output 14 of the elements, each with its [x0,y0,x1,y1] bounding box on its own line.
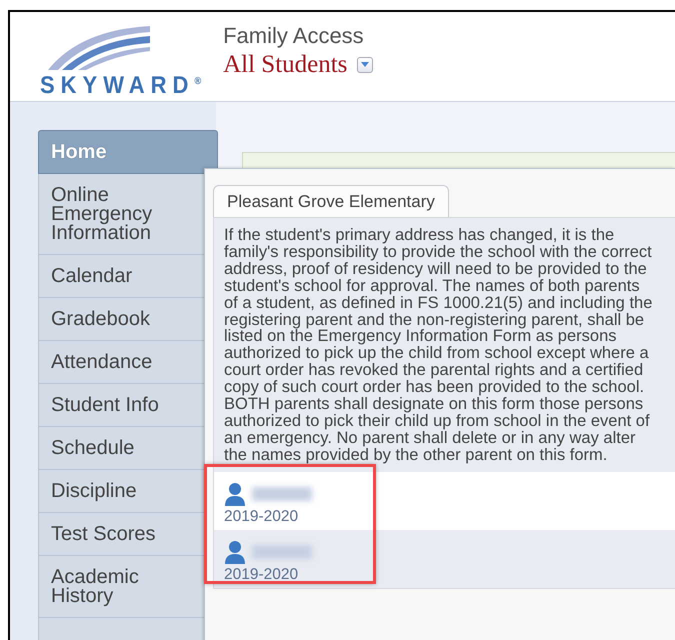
school-tab[interactable]: Pleasant Grove Elementary [213,185,449,217]
student-selector[interactable]: All Students [223,50,348,78]
person-icon [224,482,246,506]
app-title: Family Access [223,22,365,48]
student-row[interactable]: 2019-2020 [214,472,675,530]
school-year: 2019-2020 [224,508,300,526]
person-icon [224,540,246,564]
redacted-name [252,544,312,559]
dropdown-button[interactable] [357,56,374,72]
logo-text: SKYWARD$^{®}$ [40,70,202,98]
notice-text: If the student's primary address has changed, it is the family's responsibility to provide the school with the correct address, proof of residency will need to be provided to the student's school for approval. The names of both parents of a student, as defined in FS 1000.21(5) and including the registering parent and the non-registering parent, shall be listed on the Emergency Information Form as persons authorized to pick up the child from school except where a court order has revoked the parental rights and a certified copy of such court order has been provided to the school. BOTH parents shall designate on this form those persons authorized to pick their child up from school in the event of an emergency. No parent shall delete or in any way alter the names provided by the other parent on this form. [223,225,654,466]
redacted-name [252,486,312,501]
caret-icon [360,61,370,68]
school-year: 2019-2020 [224,566,300,584]
